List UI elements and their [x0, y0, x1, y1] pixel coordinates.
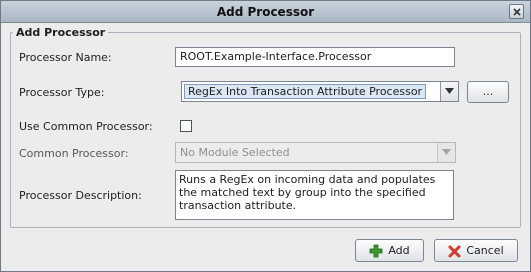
processor-name-label: Processor Name: [19, 51, 112, 64]
cancel-button-label: Cancel [466, 244, 504, 257]
add-processor-dialog: Add Processor Add Processor Processor Na… [0, 0, 531, 272]
common-processor-select[interactable]: No Module Selected [175, 142, 456, 163]
processor-description-label: Processor Description: [19, 189, 142, 202]
add-button-label: Add [388, 244, 410, 257]
common-processor-label: Common Processor: [19, 147, 129, 160]
close-button[interactable] [509, 4, 524, 19]
processor-name-field[interactable]: ROOT.Example-Interface.Processor [175, 47, 455, 67]
processor-type-select[interactable]: RegEx Into Transaction Attribute Process… [181, 81, 459, 102]
group-title: Add Processor [16, 26, 106, 39]
processor-type-value: RegEx Into Transaction Attribute Process… [184, 84, 427, 99]
plus-icon [369, 244, 383, 258]
add-button[interactable]: Add [355, 239, 424, 262]
close-icon [513, 8, 521, 16]
common-processor-dropdown-arrow[interactable] [437, 143, 455, 162]
chevron-down-icon [445, 88, 454, 94]
cancel-x-icon [448, 245, 461, 257]
use-common-processor-checkbox[interactable] [180, 120, 192, 132]
common-processor-value: No Module Selected [180, 146, 290, 159]
browse-button[interactable]: ... [467, 81, 509, 103]
cancel-button[interactable]: Cancel [434, 239, 518, 262]
processor-type-label: Processor Type: [19, 86, 105, 99]
chevron-down-icon [442, 149, 451, 155]
processor-type-dropdown-arrow[interactable] [440, 82, 458, 101]
title-bar[interactable]: Add Processor [1, 1, 530, 23]
window-title: Add Processor [216, 5, 315, 19]
processor-description-field[interactable]: Runs a RegEx on incoming data and popula… [175, 170, 454, 220]
use-common-processor-label: Use Common Processor: [19, 120, 153, 133]
